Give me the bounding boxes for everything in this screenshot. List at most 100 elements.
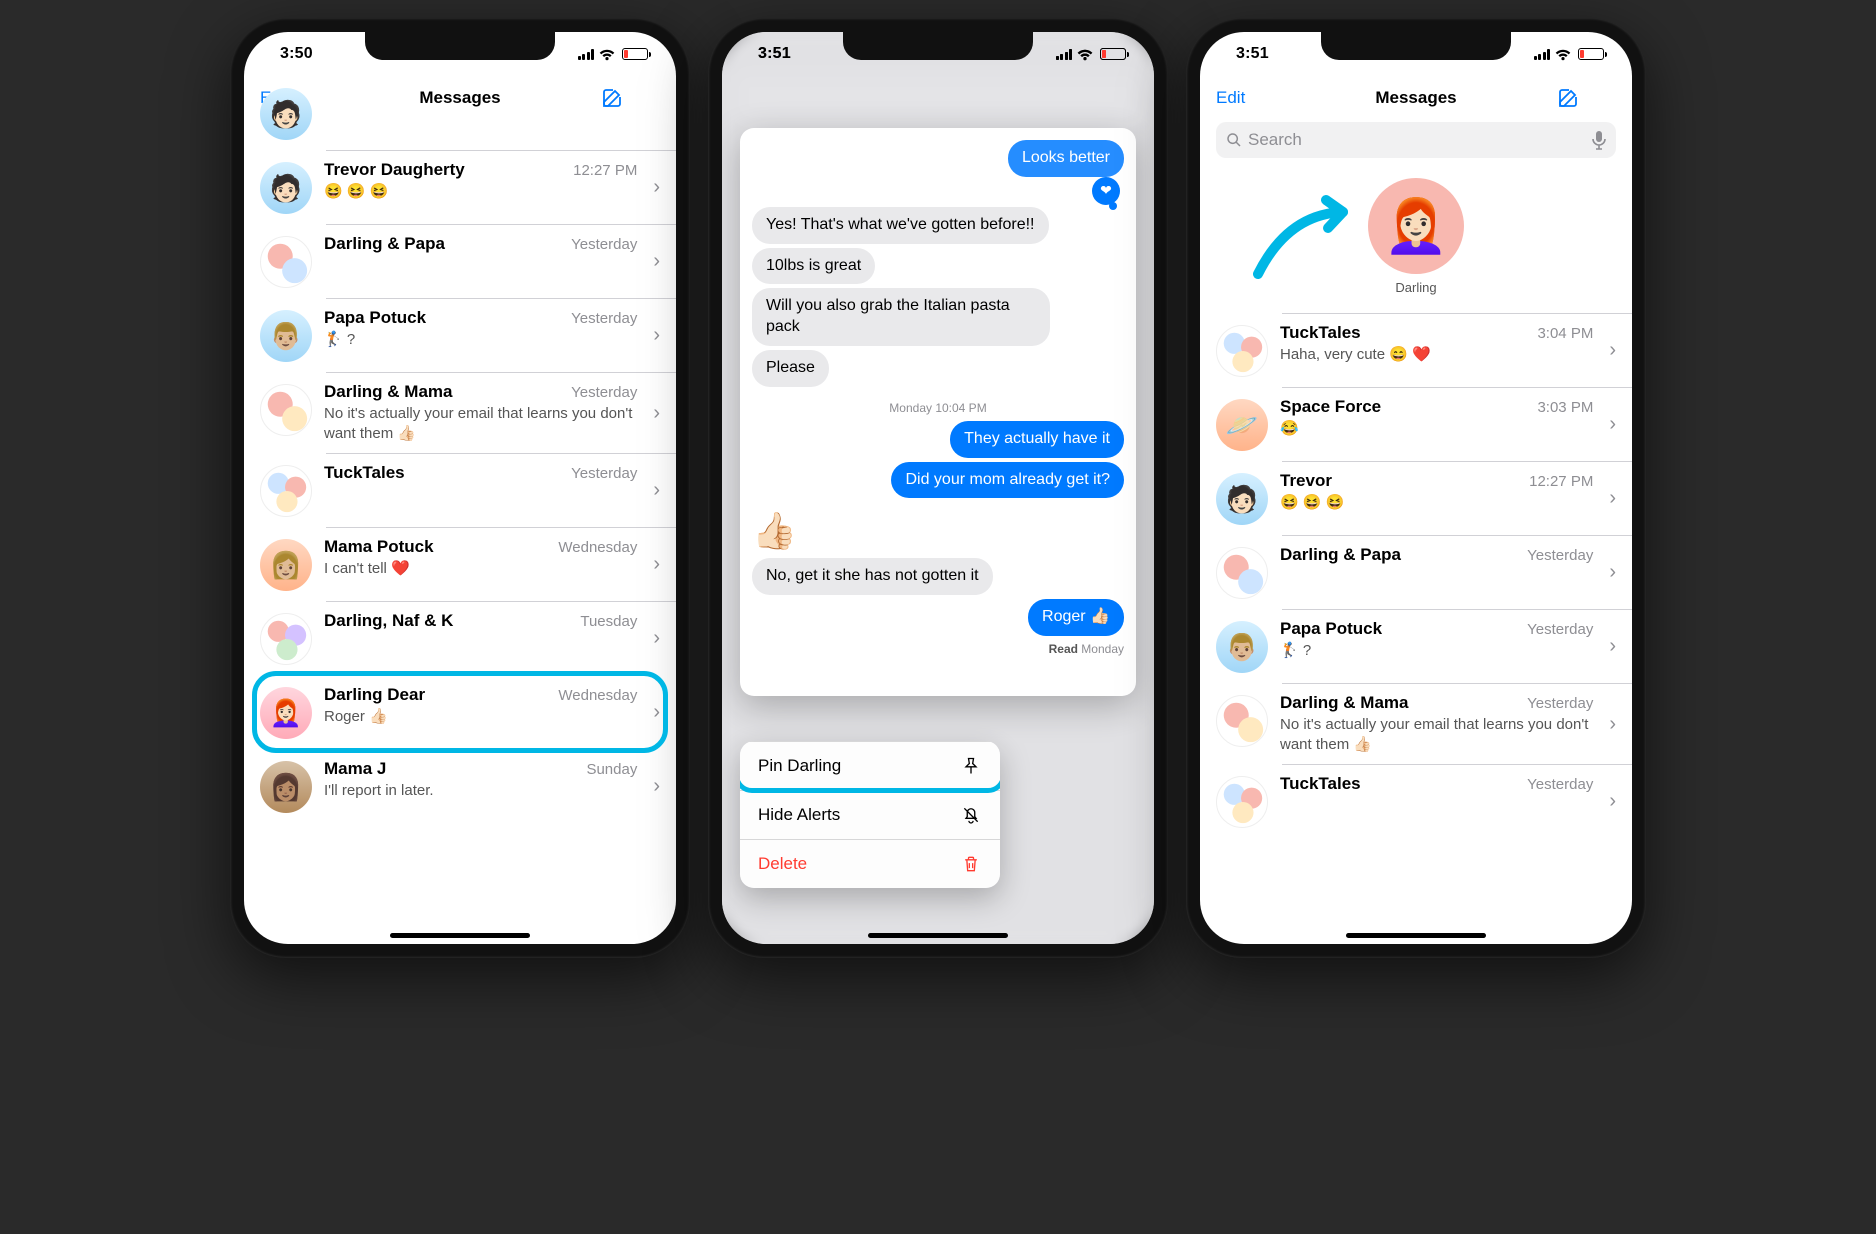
conversation-list[interactable]: TuckTales3:04 PM Haha, very cute 😄 ❤️ › … bbox=[1200, 313, 1632, 838]
conversation-row[interactable]: 🧑🏻 Trevor12:27 PM 😆 😆 😆 › bbox=[1200, 461, 1632, 535]
msg-outgoing: Looks better bbox=[1008, 140, 1124, 177]
status-indicators bbox=[578, 48, 649, 61]
conversation-row[interactable]: TuckTalesYesterday › bbox=[1200, 764, 1632, 838]
contact-name: Darling, Naf & K bbox=[324, 611, 572, 631]
timestamp: Yesterday bbox=[571, 310, 637, 327]
tapback-heart-icon: ❤︎ bbox=[1092, 177, 1120, 205]
contact-name: TuckTales bbox=[324, 463, 563, 483]
timestamp-divider: Monday 10:04 PM bbox=[752, 401, 1124, 415]
timestamp: Yesterday bbox=[1527, 621, 1593, 638]
edit-button[interactable]: Edit bbox=[1216, 88, 1276, 108]
timestamp: Yesterday bbox=[1527, 547, 1593, 564]
avatar: 🧑🏻 bbox=[1216, 473, 1268, 525]
chevron-right-icon: › bbox=[653, 480, 660, 500]
pinned-contact[interactable]: 👩🏻‍🦰 Darling bbox=[1368, 178, 1464, 295]
conversation-row[interactable]: Darling & MamaYesterday No it's actually… bbox=[244, 372, 676, 453]
conversation-row[interactable]: 🧑🏻 Trevor Daugherty12:27 PM 😆 😆 😆 › bbox=[244, 150, 676, 224]
battery-low-icon bbox=[1100, 48, 1126, 60]
conversation-row[interactable]: 🪐 Space Force3:03 PM 😂 › bbox=[1200, 387, 1632, 461]
message-preview: 😆 😆 😆 bbox=[1280, 493, 1593, 513]
search-icon bbox=[1226, 132, 1242, 148]
conversation-row[interactable]: 🧑🏻 bbox=[244, 120, 676, 150]
trash-icon bbox=[960, 854, 982, 874]
contact-name: Papa Potuck bbox=[1280, 619, 1519, 639]
conversation-preview-card[interactable]: Looks better ❤︎ Yes! That's what we've g… bbox=[740, 128, 1136, 696]
message-preview: Haha, very cute 😄 ❤️ bbox=[1280, 345, 1593, 365]
home-indicator[interactable] bbox=[390, 933, 530, 938]
avatar: 👨🏼 bbox=[260, 310, 312, 362]
avatar bbox=[260, 384, 312, 436]
chevron-right-icon: › bbox=[653, 628, 660, 648]
conversation-row[interactable]: 👨🏼 Papa PotuckYesterday 🏌️ ? › bbox=[1200, 609, 1632, 683]
avatar: 👨🏼 bbox=[1216, 621, 1268, 673]
avatar bbox=[260, 236, 312, 288]
conversation-row[interactable]: TuckTalesYesterday › bbox=[244, 453, 676, 527]
chevron-right-icon: › bbox=[653, 403, 660, 423]
avatar: 👩🏻‍🦰 bbox=[260, 687, 312, 739]
status-time: 3:51 bbox=[758, 45, 791, 63]
msg-incoming: Please bbox=[752, 350, 829, 387]
chevron-right-icon: › bbox=[1609, 562, 1616, 582]
msg-outgoing: Roger 👍🏻 bbox=[1028, 599, 1124, 636]
chevron-right-icon: › bbox=[653, 251, 660, 271]
conversation-row[interactable]: Darling & PapaYesterday › bbox=[1200, 535, 1632, 609]
compose-button[interactable] bbox=[600, 86, 660, 110]
timestamp: Tuesday bbox=[580, 613, 637, 630]
notch bbox=[843, 32, 1033, 60]
pinned-conversations: 👩🏻‍🦰 Darling bbox=[1200, 168, 1632, 313]
contact-name: Mama J bbox=[324, 759, 578, 779]
dictation-icon[interactable] bbox=[1592, 130, 1606, 150]
read-receipt: Read Monday bbox=[1049, 642, 1124, 656]
compose-icon bbox=[1556, 86, 1580, 110]
phone-frame-3: 3:51 Edit Messages Search bbox=[1186, 18, 1646, 958]
battery-low-icon bbox=[1578, 48, 1604, 60]
cellular-icon bbox=[578, 48, 595, 60]
wifi-icon bbox=[1076, 48, 1094, 61]
timestamp: Sunday bbox=[586, 761, 637, 778]
menu-item-hide-alerts[interactable]: Hide Alerts bbox=[740, 790, 1000, 839]
home-indicator[interactable] bbox=[1346, 933, 1486, 938]
avatar: 👩🏽 bbox=[260, 761, 312, 813]
conversation-row[interactable]: 👩🏻‍🦰 Darling DearWednesday Roger 👍🏻 › bbox=[244, 675, 676, 749]
conversation-list[interactable]: 🧑🏻 🧑🏻 Trevor Daugherty12:27 PM 😆 😆 😆 › D… bbox=[244, 120, 676, 823]
message-preview: I can't tell ❤️ bbox=[324, 559, 637, 579]
msg-incoming: No, get it she has not gotten it bbox=[752, 558, 993, 595]
timestamp: Yesterday bbox=[1527, 695, 1593, 712]
phone-frame-1: 3:50 Edit Messages 🧑🏻 🧑🏻 T bbox=[230, 18, 690, 958]
chevron-right-icon: › bbox=[1609, 488, 1616, 508]
contact-name: Darling & Mama bbox=[324, 382, 563, 402]
battery-low-icon bbox=[622, 48, 648, 60]
timestamp: 3:03 PM bbox=[1537, 399, 1593, 416]
conversation-row[interactable]: 👨🏼 Papa PotuckYesterday 🏌️ ? › bbox=[244, 298, 676, 372]
conversation-row[interactable]: Darling & PapaYesterday › bbox=[244, 224, 676, 298]
nav-bar: Edit Messages bbox=[1200, 76, 1632, 120]
conversation-row[interactable]: 👩🏼 Mama PotuckWednesday I can't tell ❤️ … bbox=[244, 527, 676, 601]
timestamp: Yesterday bbox=[571, 236, 637, 253]
timestamp: Wednesday bbox=[558, 687, 637, 704]
conversation-row[interactable]: Darling & MamaYesterday No it's actually… bbox=[1200, 683, 1632, 764]
menu-item-pin[interactable]: Pin Darling bbox=[740, 741, 1000, 790]
conversation-row[interactable]: 👩🏽 Mama JSunday I'll report in later. › bbox=[244, 749, 676, 823]
status-indicators bbox=[1056, 48, 1127, 61]
message-preview: Roger 👍🏻 bbox=[324, 707, 637, 727]
conversation-row[interactable]: Darling, Naf & K Tuesday › bbox=[244, 601, 676, 675]
avatar: 👩🏼 bbox=[260, 539, 312, 591]
message-preview: 😂 bbox=[1280, 419, 1593, 439]
chevron-right-icon: › bbox=[1609, 714, 1616, 734]
timestamp: Wednesday bbox=[558, 539, 637, 556]
home-indicator[interactable] bbox=[868, 933, 1008, 938]
avatar: 👩🏻‍🦰 bbox=[1368, 178, 1464, 274]
search-placeholder: Search bbox=[1248, 130, 1302, 150]
search-input[interactable]: Search bbox=[1216, 122, 1616, 158]
menu-item-delete[interactable]: Delete bbox=[740, 839, 1000, 888]
contact-name: Mama Potuck bbox=[324, 537, 550, 557]
conversation-row[interactable]: TuckTales3:04 PM Haha, very cute 😄 ❤️ › bbox=[1200, 313, 1632, 387]
wifi-icon bbox=[1554, 48, 1572, 61]
chevron-right-icon: › bbox=[653, 554, 660, 574]
avatar bbox=[260, 613, 312, 665]
chevron-right-icon: › bbox=[653, 776, 660, 796]
message-preview: 😆 😆 😆 bbox=[324, 182, 637, 202]
compose-button[interactable] bbox=[1556, 86, 1616, 110]
status-time: 3:50 bbox=[280, 45, 313, 63]
screen-1: 3:50 Edit Messages 🧑🏻 🧑🏻 T bbox=[244, 32, 676, 944]
